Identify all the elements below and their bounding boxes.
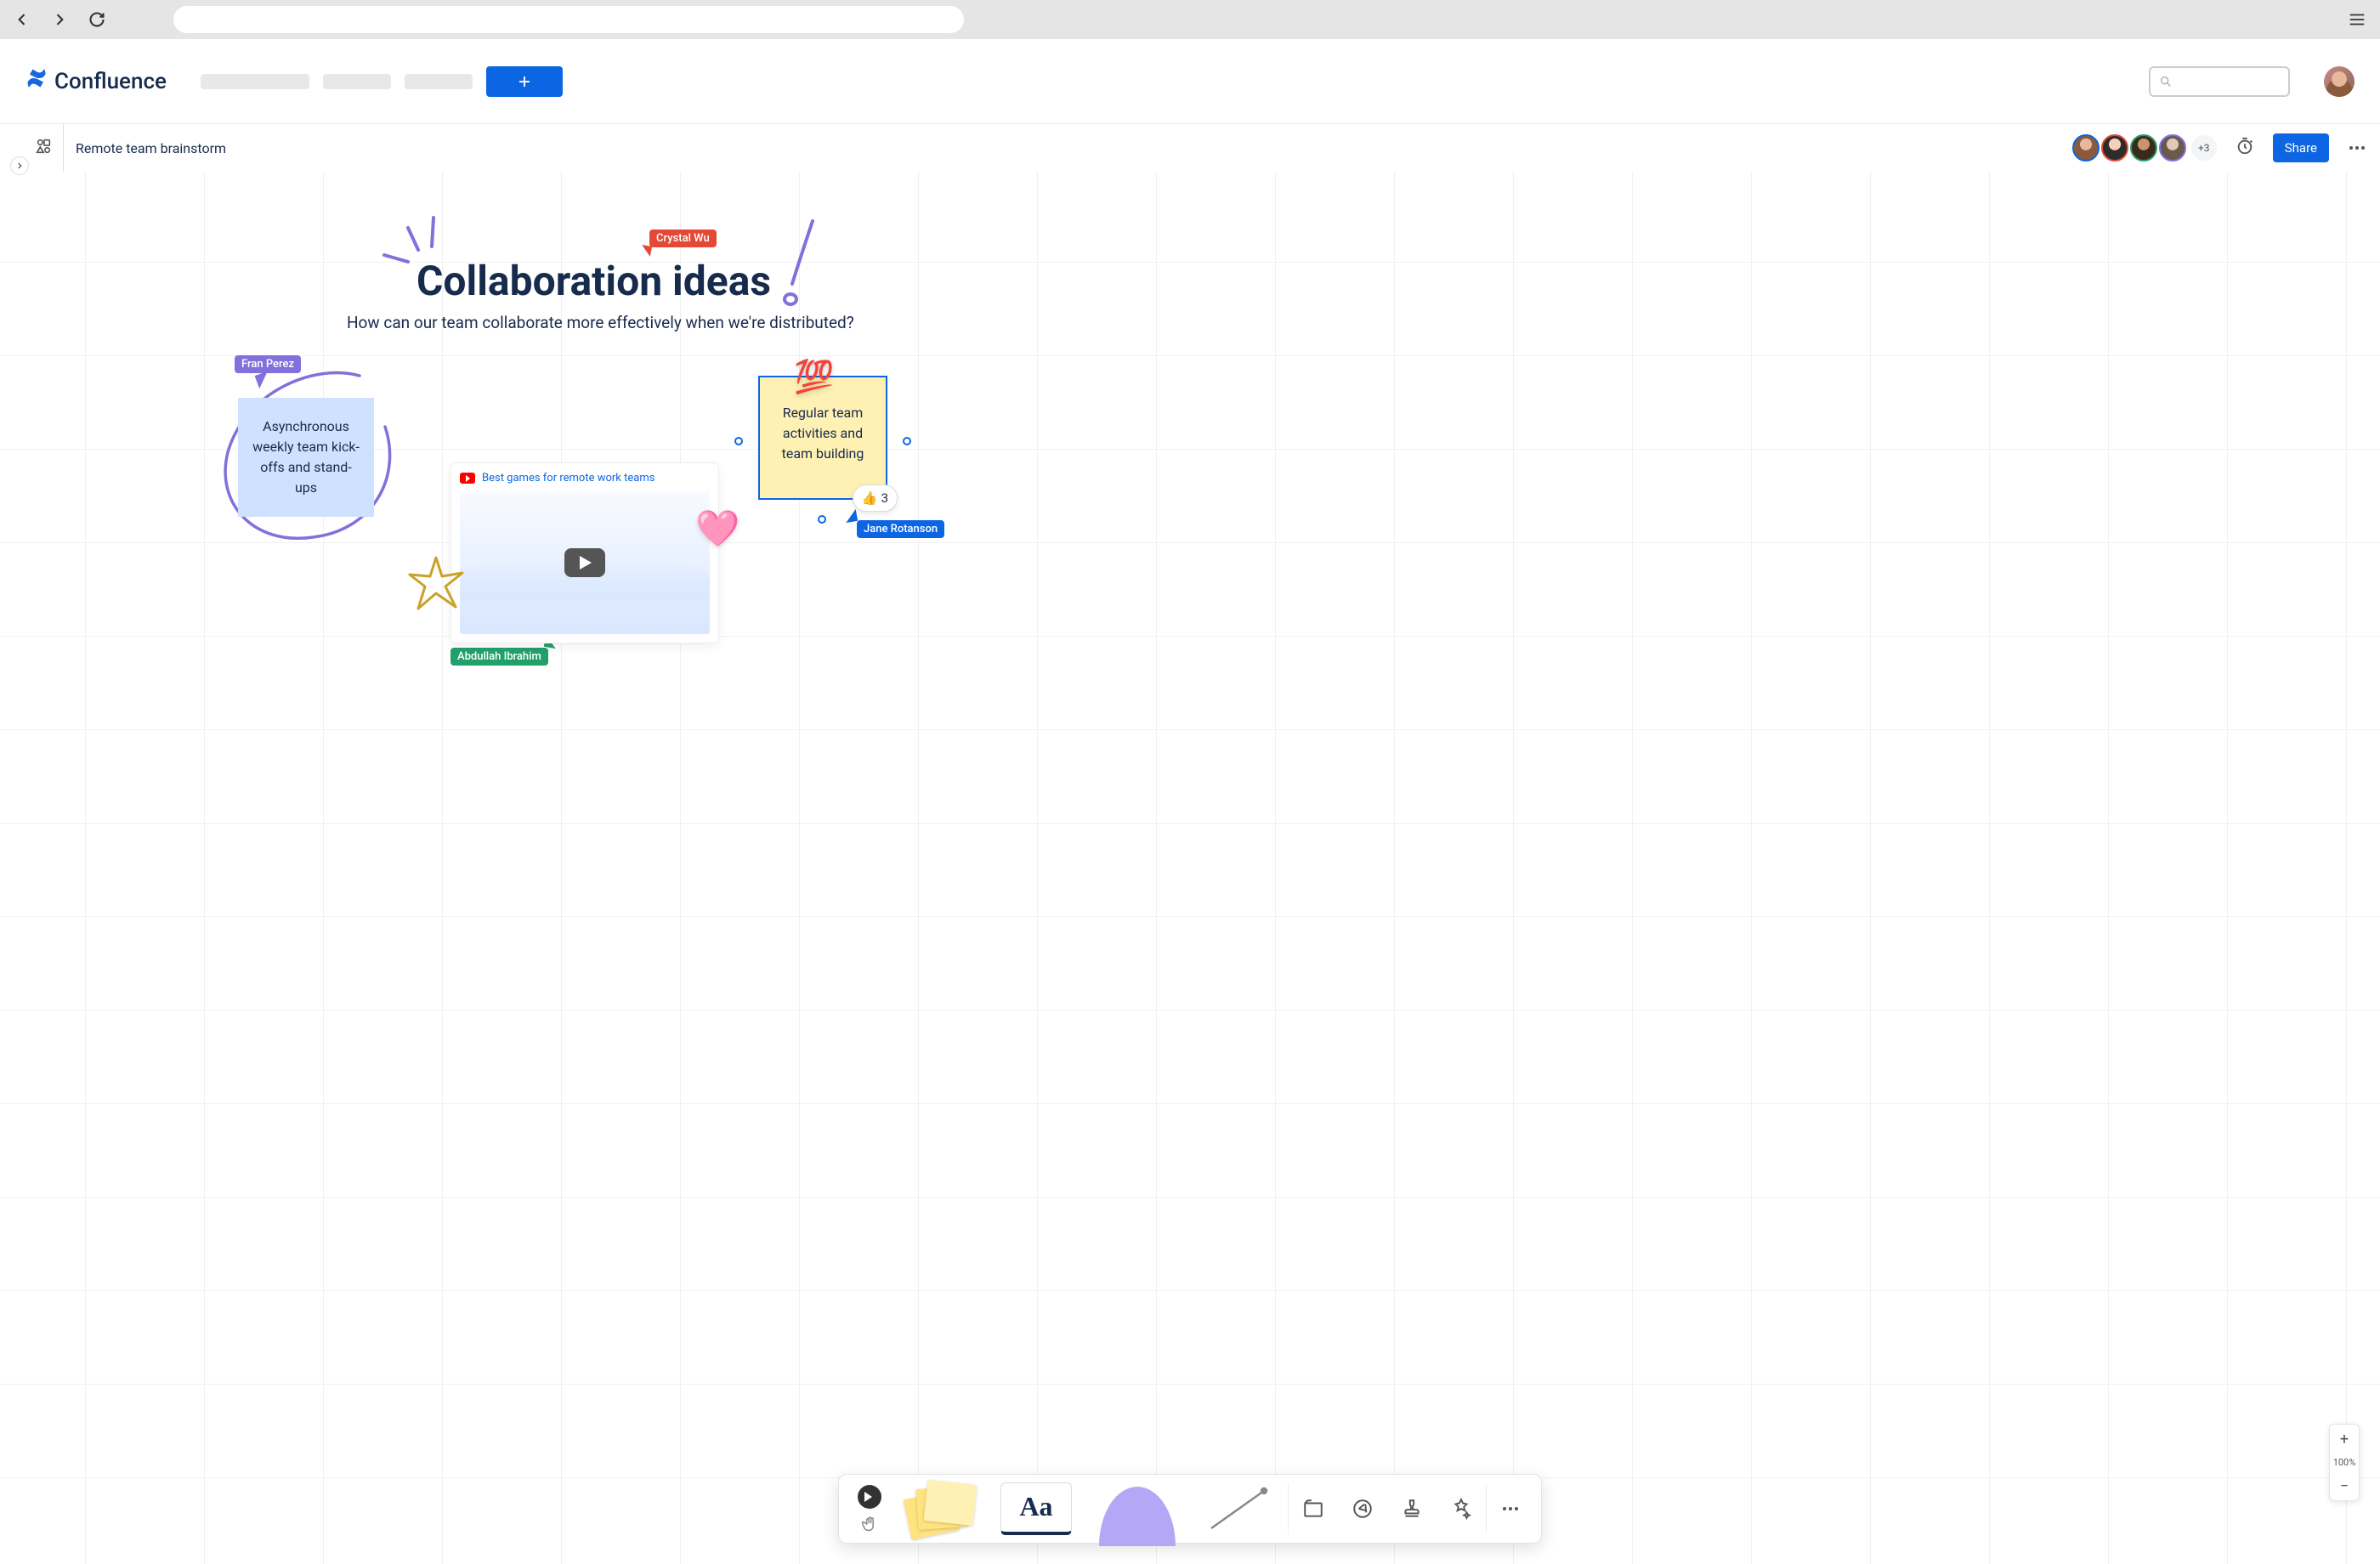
- profile-avatar[interactable]: [2324, 66, 2354, 97]
- play-button[interactable]: [564, 548, 605, 577]
- whiteboard-icon: [34, 137, 53, 159]
- shape-tool[interactable]: [1085, 1475, 1189, 1543]
- confluence-logo[interactable]: Confluence: [26, 67, 167, 95]
- decoration-star: [406, 554, 466, 614]
- presence-avatars: +3: [2074, 134, 2217, 162]
- nav-placeholder: [323, 74, 391, 89]
- video-embed[interactable]: Best games for remote work teams: [450, 462, 719, 643]
- reload-icon[interactable]: [88, 11, 105, 28]
- app-bar: Confluence: [0, 39, 2380, 124]
- whiteboard-toolbar: Aa: [838, 1474, 1542, 1544]
- toolbar-more-icon[interactable]: [1487, 1475, 1534, 1543]
- zoom-controls: + 100% −: [2329, 1424, 2360, 1501]
- sticker-tool-icon[interactable]: [1436, 1475, 1486, 1543]
- section-tool-icon[interactable]: [1289, 1475, 1338, 1543]
- zoom-level: 100%: [2333, 1454, 2356, 1471]
- selection-handle[interactable]: [818, 515, 826, 524]
- selection-handle[interactable]: [734, 437, 743, 445]
- stamp-tool-icon[interactable]: [1387, 1475, 1436, 1543]
- video-title: Best games for remote work teams: [482, 472, 654, 484]
- presence-avatar[interactable]: [2130, 134, 2157, 162]
- app-name: Confluence: [54, 69, 167, 94]
- hamburger-icon[interactable]: [2348, 10, 2366, 29]
- pointer-tool[interactable]: [858, 1485, 881, 1509]
- zoom-in-button[interactable]: +: [2330, 1425, 2359, 1454]
- presence-avatar[interactable]: [2101, 134, 2128, 162]
- cursor-label-jane: Jane Rotanson: [857, 520, 944, 538]
- cursor-label-crystal: Crystal Wu: [649, 230, 717, 247]
- confluence-logo-icon: [26, 67, 48, 95]
- nav-placeholder: [405, 74, 473, 89]
- page-header: Remote team brainstorm +3 Share: [0, 124, 2380, 172]
- reaction-thumbs[interactable]: 👍 3: [853, 484, 898, 513]
- browser-chrome: [0, 0, 2380, 39]
- more-menu-icon[interactable]: [2349, 146, 2365, 150]
- sticky-text: Regular team activities and team buildin…: [782, 405, 864, 462]
- share-button[interactable]: Share: [2273, 133, 2329, 162]
- decoration-exclaim: [780, 216, 823, 309]
- sticker-heart[interactable]: 🩷: [695, 508, 740, 550]
- cursor-label-abdullah: Abdullah Ibrahim: [450, 648, 548, 666]
- presence-avatar[interactable]: [2159, 134, 2186, 162]
- smart-link-tool-icon[interactable]: [1338, 1475, 1387, 1543]
- sticker-100[interactable]: 💯: [794, 354, 834, 402]
- create-button[interactable]: [486, 66, 563, 97]
- youtube-icon: [460, 473, 475, 484]
- text-tool[interactable]: Aa: [987, 1475, 1085, 1543]
- whiteboard-canvas[interactable]: Collaboration ideas How can our team col…: [0, 172, 2380, 1564]
- sticky-note-blue[interactable]: Asynchronous weekly team kick-offs and s…: [238, 398, 374, 517]
- timer-icon[interactable]: [2236, 137, 2254, 159]
- line-tool[interactable]: [1189, 1475, 1288, 1543]
- nav-placeholder: [201, 74, 309, 89]
- search-icon: [2159, 75, 2173, 88]
- video-thumbnail: [460, 491, 710, 634]
- presence-avatar[interactable]: [2072, 134, 2100, 162]
- whiteboard-subtitle: How can our team collaborate more effect…: [347, 313, 854, 332]
- presence-more[interactable]: +3: [2191, 135, 2217, 161]
- hand-tool-icon[interactable]: [861, 1516, 878, 1533]
- back-icon[interactable]: [14, 11, 31, 28]
- expand-sidebar-button[interactable]: [10, 156, 29, 175]
- forward-icon[interactable]: [51, 11, 68, 28]
- search-input[interactable]: [2149, 66, 2290, 97]
- whiteboard-title: Collaboration ideas: [416, 257, 771, 305]
- address-bar[interactable]: [173, 6, 964, 33]
- zoom-out-button[interactable]: −: [2330, 1471, 2359, 1500]
- selection-handle[interactable]: [903, 437, 911, 445]
- page-title: Remote team brainstorm: [63, 124, 226, 172]
- sticky-tool[interactable]: [893, 1475, 987, 1543]
- sticky-note-yellow-selected[interactable]: Regular team activities and team buildin…: [758, 376, 887, 500]
